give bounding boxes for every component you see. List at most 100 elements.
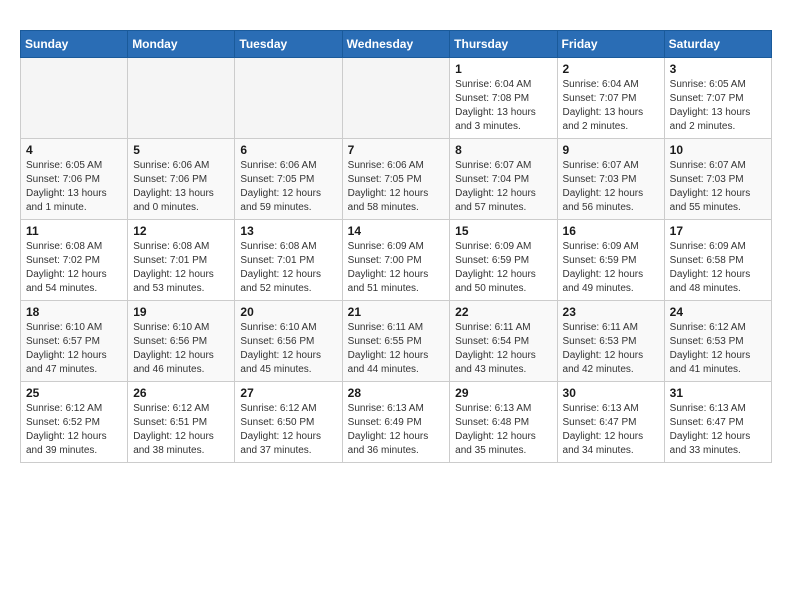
day-number: 20 <box>240 305 336 319</box>
day-number: 13 <box>240 224 336 238</box>
day-info: Sunrise: 6:13 AMSunset: 6:49 PMDaylight:… <box>348 402 445 458</box>
day-number: 25 <box>26 386 122 400</box>
day-info: Sunrise: 6:04 AMSunset: 7:07 PMDaylight:… <box>563 78 659 134</box>
weekday-header-thursday: Thursday <box>450 31 557 58</box>
day-info: Sunrise: 6:12 AMSunset: 6:53 PMDaylight:… <box>670 321 766 377</box>
calendar-cell: 18 Sunrise: 6:10 AMSunset: 6:57 PMDayligh… <box>21 301 128 382</box>
day-number: 21 <box>348 305 445 319</box>
calendar-cell: 7Sunrise: 6:06 AMSunset: 7:05 PMDaylight… <box>342 139 450 220</box>
calendar-cell: 3 Sunrise: 6:05 AMSunset: 7:07 PMDaylight… <box>664 58 771 139</box>
day-info: Sunrise: 6:08 AMSunset: 7:02 PMDaylight:… <box>26 240 122 296</box>
week-row-2: 4 Sunrise: 6:05 AMSunset: 7:06 PMDaylight… <box>21 139 772 220</box>
day-info: Sunrise: 6:13 AMSunset: 6:47 PMDaylight:… <box>563 402 659 458</box>
day-info: Sunrise: 6:05 AMSunset: 7:07 PMDaylight:… <box>670 78 766 134</box>
day-info: Sunrise: 6:10 AMSunset: 6:56 PMDaylight:… <box>133 321 229 377</box>
calendar-cell <box>342 58 450 139</box>
day-number: 18 <box>26 305 122 319</box>
day-info: Sunrise: 6:08 AMSunset: 7:01 PMDaylight:… <box>133 240 229 296</box>
calendar-cell: 26Sunrise: 6:12 AMSunset: 6:51 PMDayligh… <box>128 382 235 463</box>
day-info: Sunrise: 6:11 AMSunset: 6:54 PMDaylight:… <box>455 321 551 377</box>
day-info: Sunrise: 6:09 AMSunset: 6:59 PMDaylight:… <box>563 240 659 296</box>
calendar-cell: 6 Sunrise: 6:06 AMSunset: 7:05 PMDaylight… <box>235 139 342 220</box>
day-number: 5 <box>133 143 229 157</box>
calendar-cell: 28 Sunrise: 6:13 AMSunset: 6:49 PMDayligh… <box>342 382 450 463</box>
day-number: 17 <box>670 224 766 238</box>
weekday-header-sunday: Sunday <box>21 31 128 58</box>
calendar-cell: 22 Sunrise: 6:11 AMSunset: 6:54 PMDayligh… <box>450 301 557 382</box>
day-number: 15 <box>455 224 551 238</box>
day-number: 29 <box>455 386 551 400</box>
day-number: 30 <box>563 386 659 400</box>
weekday-header-saturday: Saturday <box>664 31 771 58</box>
day-info: Sunrise: 6:08 AMSunset: 7:01 PMDaylight:… <box>240 240 336 296</box>
day-info: Sunrise: 6:13 AMSunset: 6:47 PMDaylight:… <box>670 402 766 458</box>
calendar-cell: 31 Sunrise: 6:13 AMSunset: 6:47 PMDayligh… <box>664 382 771 463</box>
calendar-cell: 20Sunrise: 6:10 AMSunset: 6:56 PMDayligh… <box>235 301 342 382</box>
day-info: Sunrise: 6:09 AMSunset: 7:00 PMDaylight:… <box>348 240 445 296</box>
calendar-cell: 10 Sunrise: 6:07 AMSunset: 7:03 PMDayligh… <box>664 139 771 220</box>
day-number: 1 <box>455 62 551 76</box>
calendar-cell: 8 Sunrise: 6:07 AMSunset: 7:04 PMDaylight… <box>450 139 557 220</box>
weekday-header-friday: Friday <box>557 31 664 58</box>
day-number: 28 <box>348 386 445 400</box>
day-info: Sunrise: 6:06 AMSunset: 7:06 PMDaylight:… <box>133 159 229 215</box>
week-row-3: 11 Sunrise: 6:08 AMSunset: 7:02 PMDayligh… <box>21 220 772 301</box>
calendar-cell: 19 Sunrise: 6:10 AMSunset: 6:56 PMDayligh… <box>128 301 235 382</box>
day-number: 10 <box>670 143 766 157</box>
day-number: 26 <box>133 386 229 400</box>
calendar-cell: 25Sunrise: 6:12 AMSunset: 6:52 PMDayligh… <box>21 382 128 463</box>
weekday-header-tuesday: Tuesday <box>235 31 342 58</box>
calendar-cell: 13 Sunrise: 6:08 AMSunset: 7:01 PMDayligh… <box>235 220 342 301</box>
day-number: 2 <box>563 62 659 76</box>
day-info: Sunrise: 6:05 AMSunset: 7:06 PMDaylight:… <box>26 159 122 215</box>
day-number: 24 <box>670 305 766 319</box>
week-row-5: 25Sunrise: 6:12 AMSunset: 6:52 PMDayligh… <box>21 382 772 463</box>
calendar-cell: 9 Sunrise: 6:07 AMSunset: 7:03 PMDaylight… <box>557 139 664 220</box>
day-info: Sunrise: 6:12 AMSunset: 6:50 PMDaylight:… <box>240 402 336 458</box>
day-number: 4 <box>26 143 122 157</box>
day-info: Sunrise: 6:13 AMSunset: 6:48 PMDaylight:… <box>455 402 551 458</box>
weekday-header-monday: Monday <box>128 31 235 58</box>
calendar-cell <box>21 58 128 139</box>
day-info: Sunrise: 6:09 AMSunset: 6:59 PMDaylight:… <box>455 240 551 296</box>
day-info: Sunrise: 6:10 AMSunset: 6:57 PMDaylight:… <box>26 321 122 377</box>
calendar-cell: 16 Sunrise: 6:09 AMSunset: 6:59 PMDayligh… <box>557 220 664 301</box>
calendar-cell: 11 Sunrise: 6:08 AMSunset: 7:02 PMDayligh… <box>21 220 128 301</box>
calendar-table: SundayMondayTuesdayWednesdayThursdayFrid… <box>20 30 772 463</box>
calendar-cell <box>235 58 342 139</box>
day-number: 23 <box>563 305 659 319</box>
calendar-cell: 29 Sunrise: 6:13 AMSunset: 6:48 PMDayligh… <box>450 382 557 463</box>
day-number: 16 <box>563 224 659 238</box>
day-number: 3 <box>670 62 766 76</box>
weekday-header-row: SundayMondayTuesdayWednesdayThursdayFrid… <box>21 31 772 58</box>
calendar-cell <box>128 58 235 139</box>
weekday-header-wednesday: Wednesday <box>342 31 450 58</box>
day-number: 19 <box>133 305 229 319</box>
day-info: Sunrise: 6:06 AMSunset: 7:05 PMDaylight:… <box>348 159 445 215</box>
day-number: 11 <box>26 224 122 238</box>
day-number: 6 <box>240 143 336 157</box>
calendar-cell: 21Sunrise: 6:11 AMSunset: 6:55 PMDayligh… <box>342 301 450 382</box>
day-info: Sunrise: 6:07 AMSunset: 7:04 PMDaylight:… <box>455 159 551 215</box>
day-number: 27 <box>240 386 336 400</box>
week-row-1: 1Sunrise: 6:04 AMSunset: 7:08 PMDaylight… <box>21 58 772 139</box>
calendar-cell: 5 Sunrise: 6:06 AMSunset: 7:06 PMDaylight… <box>128 139 235 220</box>
day-number: 22 <box>455 305 551 319</box>
day-number: 9 <box>563 143 659 157</box>
calendar-cell: 15 Sunrise: 6:09 AMSunset: 6:59 PMDayligh… <box>450 220 557 301</box>
day-number: 8 <box>455 143 551 157</box>
day-info: Sunrise: 6:07 AMSunset: 7:03 PMDaylight:… <box>563 159 659 215</box>
calendar-cell: 4 Sunrise: 6:05 AMSunset: 7:06 PMDaylight… <box>21 139 128 220</box>
day-info: Sunrise: 6:06 AMSunset: 7:05 PMDaylight:… <box>240 159 336 215</box>
day-number: 14 <box>348 224 445 238</box>
calendar-cell: 27 Sunrise: 6:12 AMSunset: 6:50 PMDayligh… <box>235 382 342 463</box>
week-row-4: 18 Sunrise: 6:10 AMSunset: 6:57 PMDayligh… <box>21 301 772 382</box>
calendar-cell: 24 Sunrise: 6:12 AMSunset: 6:53 PMDayligh… <box>664 301 771 382</box>
calendar-cell: 14 Sunrise: 6:09 AMSunset: 7:00 PMDayligh… <box>342 220 450 301</box>
day-number: 31 <box>670 386 766 400</box>
calendar-cell: 17 Sunrise: 6:09 AMSunset: 6:58 PMDayligh… <box>664 220 771 301</box>
day-info: Sunrise: 6:09 AMSunset: 6:58 PMDaylight:… <box>670 240 766 296</box>
day-number: 12 <box>133 224 229 238</box>
day-info: Sunrise: 6:07 AMSunset: 7:03 PMDaylight:… <box>670 159 766 215</box>
calendar-cell: 1Sunrise: 6:04 AMSunset: 7:08 PMDaylight… <box>450 58 557 139</box>
